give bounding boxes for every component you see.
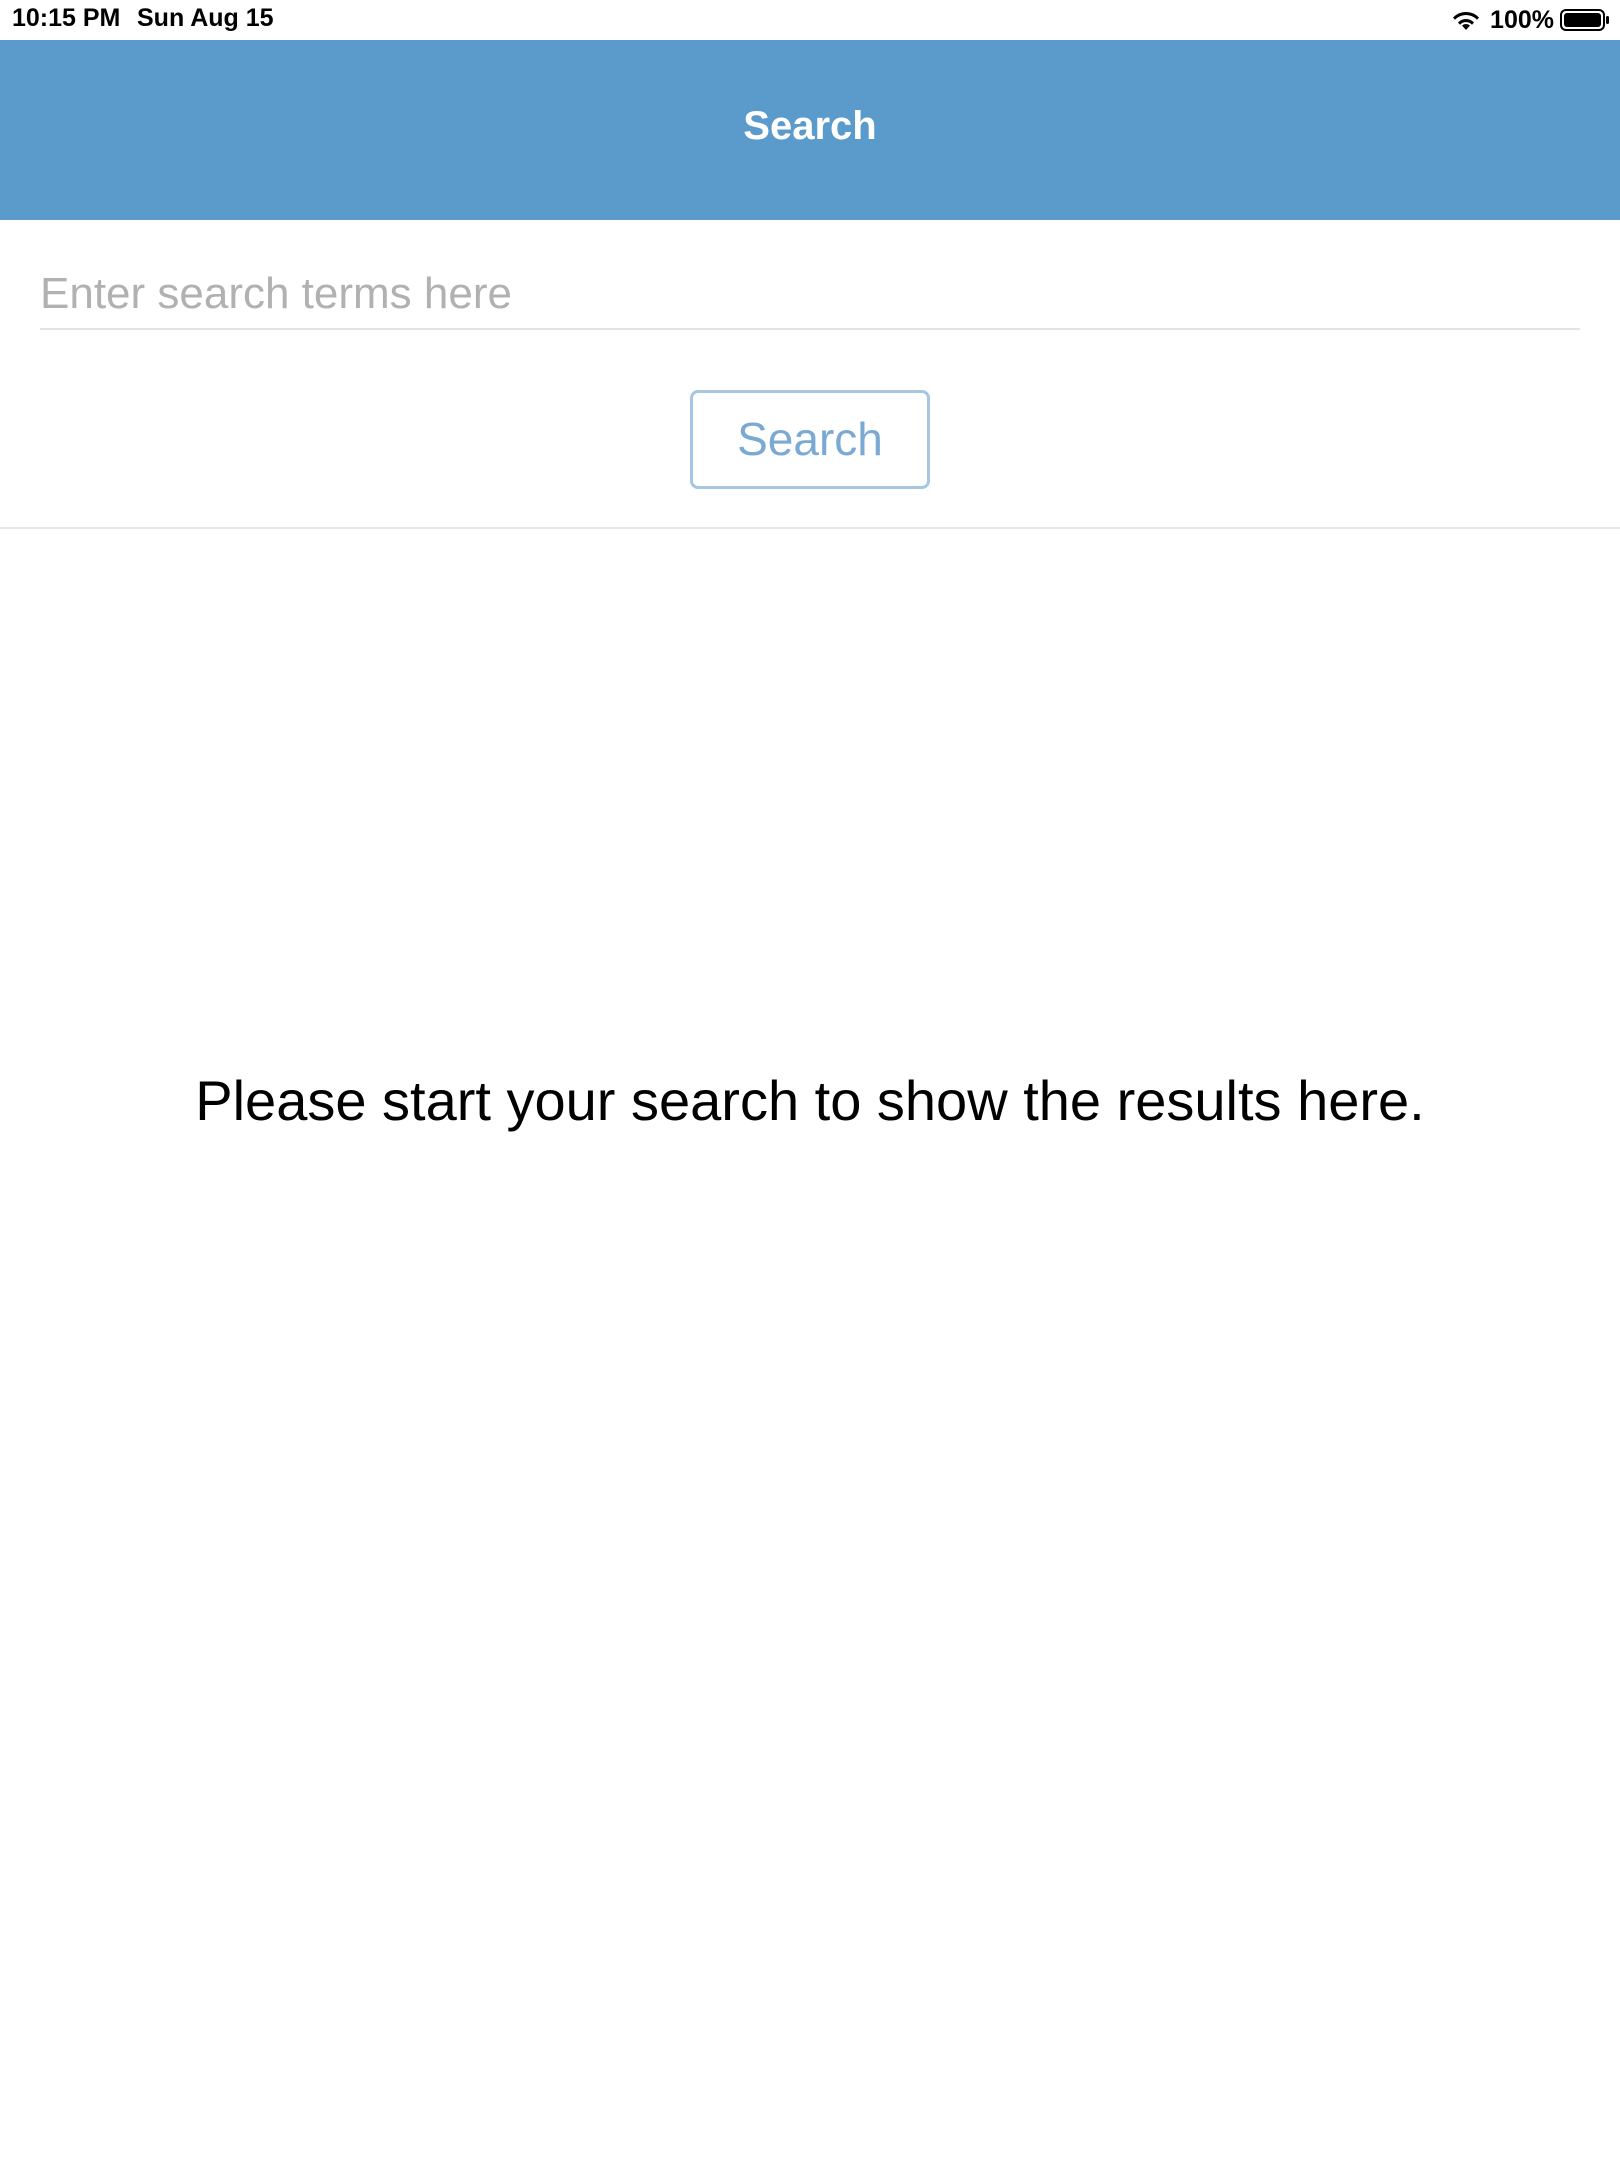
page-title: Search	[743, 104, 877, 148]
battery-percentage: 100%	[1490, 5, 1554, 34]
status-date: Sun Aug 15	[137, 4, 274, 32]
navigation-bar: Search	[0, 40, 1620, 220]
status-time: 10:15 PM	[12, 4, 121, 32]
search-input[interactable]	[40, 260, 1580, 330]
wifi-icon	[1453, 11, 1480, 30]
battery-icon	[1560, 9, 1609, 31]
empty-results-message: Please start your search to show the res…	[195, 1069, 1425, 1132]
divider	[0, 527, 1620, 529]
status-indicators: 100%	[1450, 4, 1610, 36]
search-button[interactable]: Search	[690, 390, 930, 489]
status-bar: 10:15 PM Sun Aug 15 100%	[0, 0, 1620, 40]
